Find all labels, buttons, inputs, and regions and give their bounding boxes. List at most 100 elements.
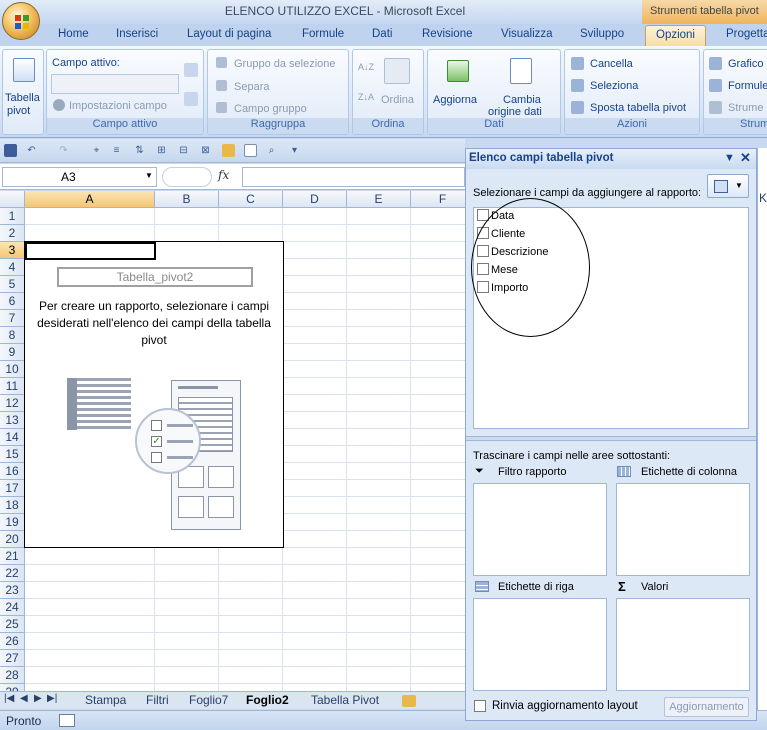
row-header-14[interactable]: 14 [0,429,25,446]
row-header-23[interactable]: 23 [0,582,25,599]
insert-column-icon[interactable]: ⊟ [177,144,190,157]
row-header-19[interactable]: 19 [0,514,25,531]
row-header-12[interactable]: 12 [0,395,25,412]
insert-function-icon[interactable]: fx [218,168,229,182]
insert-row-icon[interactable]: ⊞ [155,144,168,157]
formule-button[interactable]: Formule [728,80,767,92]
row-header-11[interactable]: 11 [0,378,25,395]
grafico-button[interactable]: Grafico [728,58,763,70]
etichette-colonna-dropzone[interactable] [616,483,750,576]
tab-revisione[interactable]: Revisione [422,28,473,40]
sheet-tab-foglio2[interactable]: Foglio2 [246,693,289,707]
update-button[interactable]: Aggiornamento [664,697,749,717]
separa-button[interactable]: Separa [234,81,269,93]
row-header-5[interactable]: 5 [0,276,25,293]
tab-formule[interactable]: Formule [302,28,344,40]
row-header-8[interactable]: 8 [0,327,25,344]
new-document-icon[interactable] [244,144,257,157]
row-header-27[interactable]: 27 [0,650,25,667]
sheet-tab-filtri[interactable]: Filtri [146,693,169,707]
tab-sviluppo[interactable]: Sviluppo [580,28,624,40]
delete-column-icon[interactable]: ⊠ [199,144,212,157]
worksheet-grid[interactable]: ABCDEF 1 2 3 4 5 6 7 8 9 10 11 12 13 14 15 16 17 18 19 20 21… [0,191,465,691]
defer-update-checkbox[interactable] [474,700,486,712]
customize-qat-icon[interactable]: ▾ [288,144,301,157]
row-header-20[interactable]: 20 [0,531,25,548]
cancella-button[interactable]: Cancella [590,58,633,70]
row-header-10[interactable]: 10 [0,361,25,378]
campo-gruppo-button[interactable]: Campo gruppo [234,103,307,115]
redo-icon[interactable]: ↷ [57,144,70,157]
row-header-21[interactable]: 21 [0,548,25,565]
cambia-origine-button[interactable]: Cambia [503,94,541,106]
seleziona-button[interactable]: Seleziona [590,80,638,92]
column-k-header[interactable]: K [759,191,767,205]
row-header-17[interactable]: 17 [0,480,25,497]
print-preview-icon[interactable]: ⌕ [265,144,278,157]
align-icon[interactable]: ≡ [110,144,123,157]
tab-opzioni[interactable]: Opzioni [645,25,706,47]
row-header-28[interactable]: 28 [0,667,25,684]
row-header-25[interactable]: 25 [0,616,25,633]
undo-icon[interactable]: ↶ [25,144,38,157]
column-header-e[interactable]: E [347,191,411,208]
etichette-riga-dropzone[interactable] [473,598,607,691]
ordina-button[interactable]: Ordina [381,94,414,106]
pane-splitter[interactable] [466,436,756,441]
strumenti-olap-button[interactable]: Strume [728,102,763,114]
name-box[interactable]: A3 [2,167,157,187]
active-cell-a3[interactable] [25,242,156,260]
column-header-d[interactable]: D [283,191,347,208]
tab-home[interactable]: Home [58,28,89,40]
row-header-22[interactable]: 22 [0,565,25,582]
campo-attivo-input[interactable] [51,74,179,94]
next-sheet-nav-icon[interactable]: ▶ [34,693,42,704]
last-sheet-nav-icon[interactable]: ▶| [47,693,57,704]
prev-sheet-nav-icon[interactable]: ◀ [20,693,28,704]
row-header-2[interactable]: 2 [0,225,25,242]
row-header-7[interactable]: 7 [0,310,25,327]
tab-inserisci[interactable]: Inserisci [116,28,158,40]
field-layout-button[interactable]: ▼ [707,174,749,198]
tab-progetta[interactable]: Progetta [726,28,767,40]
select-all-corner[interactable] [0,191,25,208]
row-header-4[interactable]: 4 [0,259,25,276]
column-header-c[interactable]: C [219,191,283,208]
row-header-15[interactable]: 15 [0,446,25,463]
collapse-field-icon[interactable] [184,92,198,106]
filter-toolbar-icon[interactable]: ⌖ [90,144,103,157]
row-header-13[interactable]: 13 [0,412,25,429]
impostazioni-campo-button[interactable]: Impostazioni campo [69,100,167,112]
column-header-a[interactable]: A [25,191,155,208]
tab-dati[interactable]: Dati [372,28,392,40]
row-header-18[interactable]: 18 [0,497,25,514]
aggiorna-button[interactable]: Aggiorna [433,94,477,106]
gruppo-da-selezione-button[interactable]: Gruppo da selezione [234,58,336,70]
office-button[interactable] [2,2,40,40]
sheet-tab-foglio7[interactable]: Foglio7 [189,693,228,707]
open-folder-icon[interactable] [222,144,235,157]
row-header-16[interactable]: 16 [0,463,25,480]
row-header-26[interactable]: 26 [0,633,25,650]
sheet-tab-stampa[interactable]: Stampa [85,693,126,707]
sort-toolbar-icon[interactable]: ⇅ [133,144,146,157]
sheet-tab-tabella-pivot[interactable]: Tabella Pivot [311,693,379,707]
valori-dropzone[interactable] [616,598,750,691]
macro-record-icon[interactable] [59,714,75,727]
first-sheet-nav-icon[interactable]: |◀ [4,693,14,704]
insert-sheet-icon[interactable] [402,695,416,707]
save-icon[interactable] [4,144,17,157]
formula-input[interactable] [242,167,465,187]
pane-options-icon[interactable]: ▼ [724,152,735,164]
tab-visualizza[interactable]: Visualizza [501,28,553,40]
column-header-f[interactable]: F [411,191,465,208]
row-header-9[interactable]: 9 [0,344,25,361]
row-header-6[interactable]: 6 [0,293,25,310]
row-header-1[interactable]: 1 [0,208,25,225]
row-header-3[interactable]: 3 [0,242,25,259]
sposta-tabella-button[interactable]: Sposta tabella pivot [590,102,686,114]
name-box-dropdown-icon[interactable]: ▼ [145,171,153,180]
sort-az-icon[interactable]: A↓Z [358,62,374,72]
pivot-table-placeholder[interactable]: Tabella_pivot2 Per creare un rapporto, s… [24,241,284,548]
row-header-24[interactable]: 24 [0,599,25,616]
